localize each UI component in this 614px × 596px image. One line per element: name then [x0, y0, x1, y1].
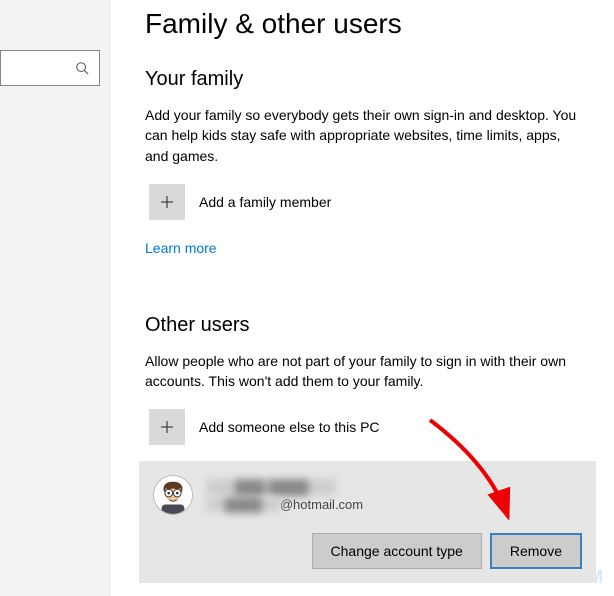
your-family-description: Add your family so everybody gets their … — [145, 105, 585, 166]
other-users-heading: Other users — [145, 314, 596, 337]
add-family-label: Add a family member — [199, 194, 331, 210]
avatar — [153, 475, 193, 515]
learn-more-link[interactable]: Learn more — [145, 240, 217, 256]
other-users-description: Allow people who are not part of your fa… — [145, 351, 585, 392]
search-icon — [75, 61, 89, 75]
remove-button[interactable]: Remove — [490, 533, 582, 569]
user-email: ████@hotmail.com — [207, 497, 363, 512]
add-other-user-button[interactable]: Add someone else to this PC — [145, 409, 596, 445]
add-family-member-button[interactable]: Add a family member — [145, 184, 596, 220]
plus-icon — [149, 409, 185, 445]
settings-sidebar — [0, 0, 110, 596]
plus-icon — [149, 184, 185, 220]
user-name: ███ ████ — [207, 479, 363, 495]
change-account-type-button[interactable]: Change account type — [312, 533, 482, 569]
add-other-label: Add someone else to this PC — [199, 419, 380, 435]
search-input[interactable] — [0, 50, 100, 86]
user-card[interactable]: ███ ████ ████@hotmail.com Change account… — [139, 461, 596, 583]
your-family-heading: Your family — [145, 68, 596, 91]
page-title: Family & other users — [145, 8, 596, 40]
